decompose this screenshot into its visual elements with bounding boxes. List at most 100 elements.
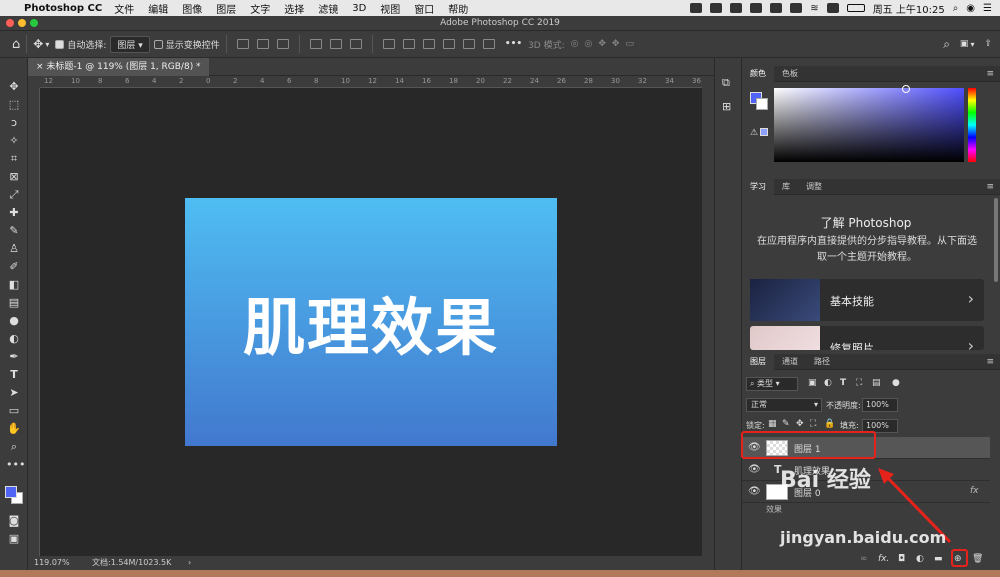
tab-learn[interactable]: 学习 — [742, 178, 774, 195]
document-canvas[interactable]: 肌理效果 — [185, 198, 557, 446]
horizontal-ruler[interactable]: 12 10 8 6 4 2 0 2 4 6 8 10 12 14 16 18 20 22 24 26 28 30 32 34 3… — [40, 76, 702, 88]
quick-mask-icon[interactable]: ◙ — [6, 514, 22, 528]
eye-icon[interactable]: 👁 — [748, 486, 761, 497]
panel-menu-icon[interactable]: ≡ — [986, 182, 994, 192]
menu-view[interactable]: 视图 — [380, 1, 400, 16]
lock-all-icon[interactable]: 🔒 — [824, 419, 835, 429]
input-method-icon[interactable] — [826, 3, 839, 13]
hand-tool-icon[interactable]: ✋ — [6, 422, 22, 436]
align-left-icon[interactable] — [236, 39, 249, 49]
document-tab[interactable]: × 未标题-1 @ 119% (图层 1, RGB/8) * — [28, 58, 209, 76]
add-layer-style-icon[interactable]: fx. — [878, 554, 889, 564]
zoom-window-icon[interactable] — [30, 19, 38, 27]
auto-select-checkbox[interactable] — [55, 39, 65, 49]
distribute-middle-icon[interactable] — [402, 39, 415, 49]
crop-tool-icon[interactable]: ⌗ — [6, 152, 22, 166]
frame-tool-icon[interactable]: ⊠ — [6, 170, 22, 184]
3d-slide-icon[interactable]: ✥ — [612, 39, 620, 49]
lock-artboard-icon[interactable]: ⛶ — [810, 419, 816, 429]
tab-adjustments[interactable]: 调整 — [798, 179, 830, 195]
close-window-icon[interactable] — [6, 19, 14, 27]
rectangle-tool-icon[interactable]: ▭ — [6, 404, 22, 418]
zoom-level[interactable]: 119.07% — [34, 556, 70, 570]
distribute-right-icon[interactable] — [482, 39, 495, 49]
menu-filter[interactable]: 滤镜 — [318, 1, 338, 16]
filter-type-icon[interactable]: T — [840, 378, 846, 388]
vertical-ruler[interactable] — [28, 88, 40, 556]
app-name[interactable]: Photoshop CC — [24, 3, 102, 14]
status-icon[interactable] — [690, 3, 703, 13]
filter-smart-object-icon[interactable]: ▤ — [872, 378, 881, 388]
filter-pixel-icon[interactable]: ▣ — [808, 378, 817, 388]
menu-file[interactable]: 文件 — [114, 1, 134, 16]
filter-adjustment-icon[interactable]: ◐ — [824, 378, 832, 388]
align-center-icon[interactable] — [256, 39, 269, 49]
edit-toolbar-icon[interactable]: ••• — [6, 458, 25, 472]
align-right-icon[interactable] — [276, 39, 289, 49]
canvas-area[interactable]: 肌理效果 — [40, 88, 702, 556]
gradient-tool-icon[interactable]: ▤ — [6, 296, 22, 310]
eye-icon[interactable]: 👁 — [748, 464, 761, 475]
chevron-down-icon[interactable]: ▾ — [45, 40, 49, 49]
learn-card-basic-skills[interactable]: 基本技能 › — [750, 279, 984, 321]
foreground-color-swatch[interactable] — [5, 486, 17, 498]
align-top-icon[interactable] — [309, 39, 322, 49]
wifi-icon[interactable]: ≋ — [810, 3, 818, 14]
color-picker-cursor[interactable] — [902, 85, 910, 93]
menu-image[interactable]: 图像 — [182, 1, 202, 16]
3d-roll-icon[interactable]: ◎ — [585, 39, 593, 49]
blend-mode-dropdown[interactable]: 正常 ▾ — [746, 398, 822, 412]
healing-brush-tool-icon[interactable]: ✚ — [6, 206, 22, 220]
tab-libraries[interactable]: 库 — [774, 179, 798, 195]
layer-fx-badge[interactable]: fx — [970, 486, 979, 496]
chevron-right-icon[interactable]: › — [188, 556, 191, 570]
canvas-text-layer[interactable]: 肌理效果 — [243, 277, 499, 367]
opacity-value[interactable]: 100% — [862, 398, 898, 412]
zoom-tool-icon[interactable]: ⌕ — [6, 440, 22, 454]
3d-drag-icon[interactable]: ✥ — [598, 39, 606, 49]
3d-scale-icon[interactable]: ▭ — [625, 39, 634, 49]
brush-tool-icon[interactable]: ✎ — [6, 224, 22, 238]
tab-swatches[interactable]: 色板 — [774, 66, 806, 82]
marquee-tool-icon[interactable]: ⬚ — [6, 98, 22, 112]
share-icon[interactable]: ⇪ — [984, 39, 992, 49]
move-tool-icon[interactable]: ✥ — [6, 80, 22, 94]
web-color-swatch[interactable] — [760, 128, 768, 136]
tab-paths[interactable]: 路径 — [806, 354, 838, 370]
history-panel-icon[interactable]: ⧉ — [722, 76, 730, 90]
type-tool-icon[interactable]: T — [6, 368, 22, 382]
close-icon[interactable]: × — [36, 62, 44, 72]
panel-menu-icon[interactable]: ≡ — [986, 69, 994, 79]
ruler-origin[interactable] — [28, 76, 40, 88]
minimize-window-icon[interactable] — [18, 19, 26, 27]
pen-tool-icon[interactable]: ✒ — [6, 350, 22, 364]
eyedropper-tool-icon[interactable]: ⤢ — [6, 188, 22, 202]
menu-window[interactable]: 窗口 — [414, 1, 434, 16]
layer-filter-dropdown[interactable]: ⌕ 类型 ▾ — [746, 377, 798, 391]
home-icon[interactable]: ⌂ — [12, 37, 20, 52]
layer-effects-label[interactable]: 效果 — [766, 504, 782, 515]
siri-icon[interactable]: ◉ — [966, 3, 975, 14]
link-layers-icon[interactable]: ∞ — [860, 554, 868, 564]
distribute-top-icon[interactable] — [382, 39, 395, 49]
vertical-scrollbar[interactable] — [702, 76, 714, 556]
eraser-tool-icon[interactable]: ◧ — [6, 278, 22, 292]
panel-menu-icon[interactable]: ≡ — [986, 357, 994, 367]
screen-mode-icon[interactable]: ▣ — [6, 532, 22, 546]
menu-3d[interactable]: 3D — [352, 3, 366, 14]
menu-help[interactable]: 帮助 — [448, 1, 468, 16]
color-picker-field[interactable] — [774, 85, 964, 162]
more-options-icon[interactable]: ••• — [505, 39, 522, 49]
status-icon[interactable] — [730, 3, 743, 13]
adjustment-layer-icon[interactable]: ◐ — [916, 554, 924, 564]
path-selection-tool-icon[interactable]: ➤ — [6, 386, 22, 400]
lasso-tool-icon[interactable]: ↄ — [6, 116, 22, 130]
search-icon[interactable]: ⌕ — [943, 37, 950, 52]
properties-panel-icon[interactable]: ⊞ — [722, 100, 731, 113]
3d-rotate-icon[interactable]: ◎ — [571, 39, 579, 49]
history-brush-tool-icon[interactable]: ✐ — [6, 260, 22, 274]
lock-transparent-icon[interactable]: ▦ — [768, 419, 777, 429]
distribute-center-icon[interactable] — [462, 39, 475, 49]
chevron-down-icon[interactable]: ▾ — [970, 40, 974, 49]
status-icon[interactable] — [750, 3, 763, 13]
